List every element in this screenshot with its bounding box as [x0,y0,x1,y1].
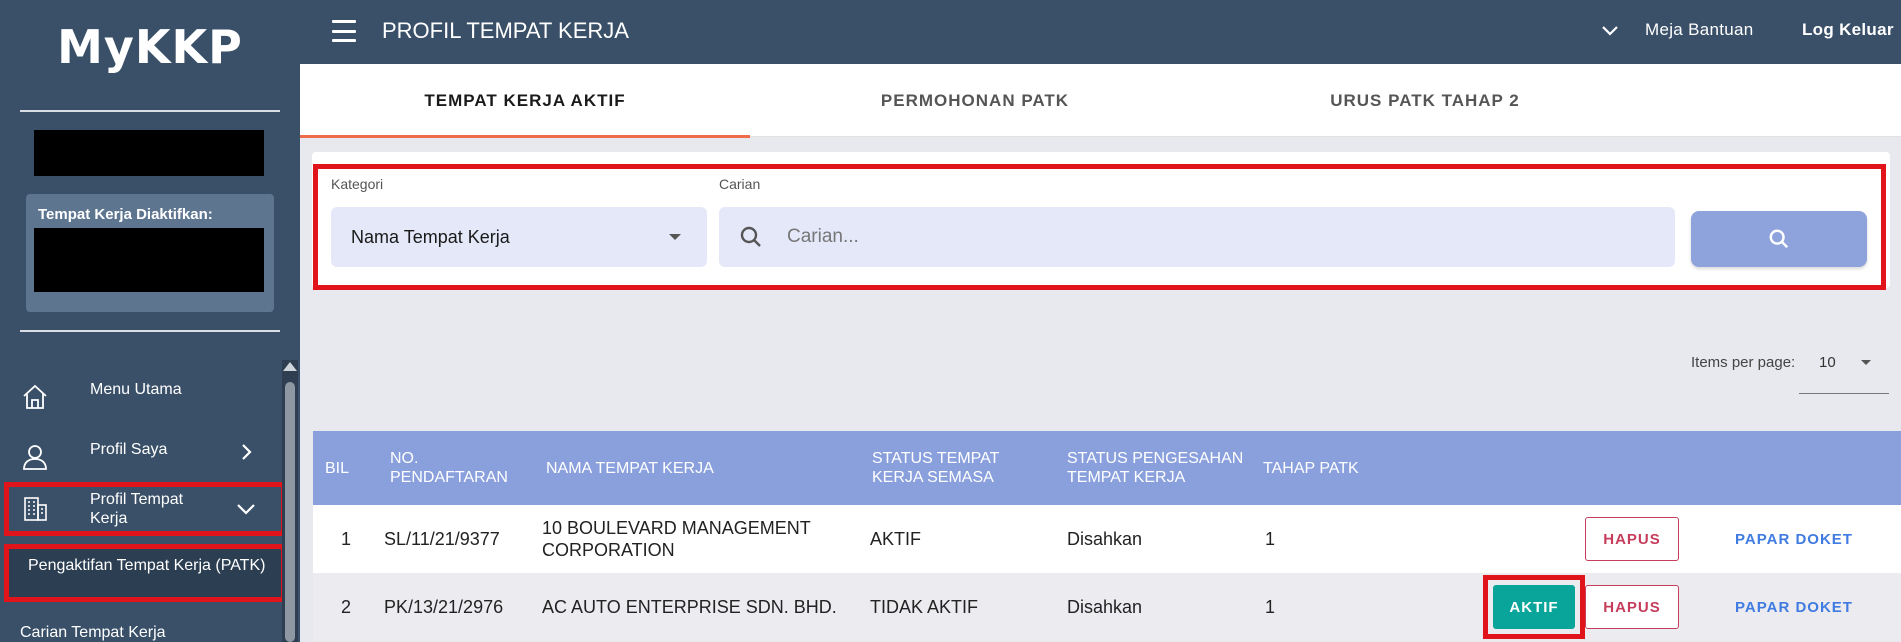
items-per-page-label: Items per page: [1691,354,1796,371]
redacted-active-workplace [34,228,264,292]
header-nama-tempat-kerja: NAMA TEMPAT KERJA [546,459,714,477]
cell-bil: 2 [341,597,352,617]
cell-status-pengesahan: Disahkan [1067,597,1143,617]
table-row: 2 PK/13/21/2976 AC AUTO ENTERPRISE SDN. … [313,573,1901,641]
tab-tempat-kerja-aktif[interactable]: TEMPAT KERJA AKTIF [300,64,750,138]
header-bil: BIL [325,459,350,477]
sidebar-subitem-carian[interactable]: Carian Tempat Kerja [20,624,166,642]
items-per-page-value: 10 [1819,354,1836,371]
page-title: PROFIL TEMPAT KERJA [382,18,629,43]
tab-label: TEMPAT KERJA AKTIF [424,90,626,110]
hapus-button[interactable]: HAPUS [1585,585,1679,629]
chevron-right-icon [232,438,260,466]
active-workplace-label: Tempat Kerja Diaktifkan: [38,206,213,223]
sidebar: MyKKP Tempat Kerja Diaktifkan: Menu Utam… [0,0,300,642]
tab-active-indicator [300,135,750,138]
cell-bil: 1 [341,529,352,549]
cell-no-pendaftaran: SL/11/21/9377 [384,529,500,549]
sidebar-item-label: Menu Utama [90,381,182,398]
highlight-box-aktif [1483,575,1585,639]
items-per-page-select[interactable]: 10 [1799,348,1889,394]
header-status-semasa: STATUS TEMPAT KERJA SEMASA [872,450,1000,486]
workplace-table: BIL NO. PENDAFTARAN NAMA TEMPAT KERJA ST… [313,431,1901,641]
sidebar-divider [20,330,280,332]
active-workplace-card: Tempat Kerja Diaktifkan: [26,194,274,312]
cell-status-pengesahan: Disahkan [1067,529,1143,549]
top-bar: PROFIL TEMPAT KERJA Meja Bantuan Log Kel… [300,0,1901,64]
highlight-box-submenu [4,544,286,602]
table-row: 1 SL/11/21/9377 10 BOULEVARD MANAGEMENT … [313,505,1901,573]
cell-no-pendaftaran: PK/13/21/2976 [384,597,504,617]
tab-permohonan-patk[interactable]: PERMOHONAN PATK [750,64,1200,137]
table-header: BIL NO. PENDAFTARAN NAMA TEMPAT KERJA ST… [313,431,1901,505]
header-status-pengesahan: STATUS PENGESAHAN TEMPAT KERJA [1067,450,1244,486]
sidebar-item-label: Profil Saya [90,441,168,458]
header-no-pendaftaran: NO. PENDAFTARAN [390,450,508,486]
cell-status-semasa: TIDAK AKTIF [870,597,979,617]
sidebar-item-menu-utama[interactable]: Menu Utama [0,372,282,422]
person-icon [20,442,50,472]
tab-label: URUS PATK TAHAP 2 [1330,90,1520,110]
dropdown-caret-icon [1861,360,1871,365]
redacted-user-name [34,130,264,176]
cell-nama-tempat-kerja: AC AUTO ENTERPRISE SDN. BHD. [542,597,837,617]
logout-link[interactable]: Log Keluar [1802,20,1894,40]
papar-doket-button[interactable]: PAPAR DOKET [1735,517,1853,561]
header-tahap-patk: TAHAP PATK [1263,459,1359,477]
sidebar-scrollbar-thumb[interactable] [285,382,295,642]
help-desk-link[interactable]: Meja Bantuan [1645,20,1754,40]
hamburger-menu-icon[interactable] [332,20,356,42]
highlight-box-nav [4,482,286,536]
sidebar-divider [20,110,280,112]
cell-nama-tempat-kerja: 10 BOULEVARD MANAGEMENT CORPORATION [542,518,811,560]
cell-tahap-patk: 1 [1265,597,1276,617]
papar-doket-button[interactable]: PAPAR DOKET [1735,585,1853,629]
sidebar-item-profil-saya[interactable]: Profil Saya [0,432,282,482]
home-icon [20,382,50,412]
scroll-up-arrow-icon[interactable] [283,362,297,371]
tab-label: PERMOHONAN PATK [880,90,1070,110]
tab-urus-patk-tahap-2[interactable]: URUS PATK TAHAP 2 [1200,64,1650,137]
cell-status-semasa: AKTIF [870,529,922,549]
tab-bar: TEMPAT KERJA AKTIF PERMOHONAN PATK URUS … [300,64,1901,138]
hapus-button[interactable]: HAPUS [1585,517,1679,561]
cell-tahap-patk: 1 [1265,529,1276,549]
app-logo: MyKKP [57,20,243,74]
chevron-down-icon[interactable] [1597,18,1623,44]
highlight-box-filter [313,164,1886,290]
